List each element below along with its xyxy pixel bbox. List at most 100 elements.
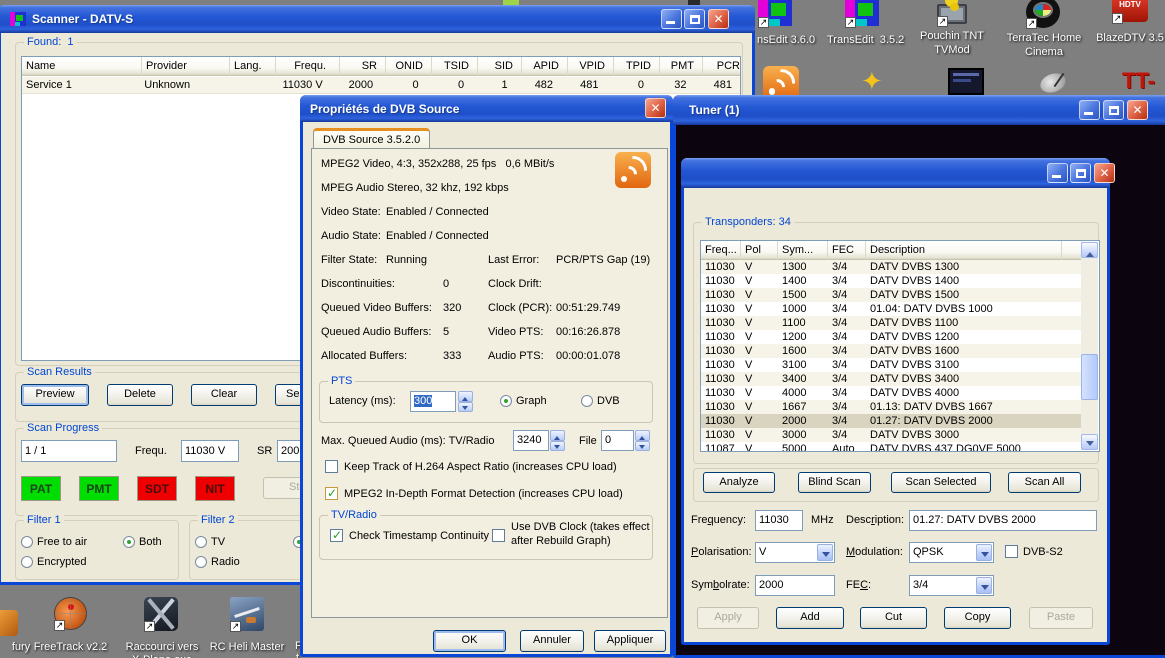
max-queued-audio-field[interactable]: 3240: [513, 430, 549, 451]
icon-label[interactable]: TerraTec Home: [1002, 32, 1086, 45]
tv-radio[interactable]: [195, 536, 207, 548]
modulation-select[interactable]: QPSK: [909, 542, 994, 563]
transponder-row[interactable]: 11030V12003/4DATV DVBS 1200: [701, 330, 1082, 344]
scanner-column-header[interactable]: TPID: [614, 57, 660, 76]
scanner-titlebar[interactable]: Scanner - DATV-S ✕: [0, 5, 755, 33]
icon-label[interactable]: Raccourci vers: [117, 641, 207, 654]
transponder-row[interactable]: 11030V34003/4DATV DVBS 3400: [701, 372, 1082, 386]
tab-dvb-source[interactable]: DVB Source 3.5.2.0: [313, 128, 430, 149]
console-icon[interactable]: [948, 68, 984, 95]
h264-checkbox[interactable]: [325, 460, 338, 473]
scanner-column-header[interactable]: PCR: [703, 57, 741, 76]
progress-count-field[interactable]: 1 / 1: [21, 440, 117, 462]
transponder-column-header[interactable]: FEC: [828, 241, 866, 260]
scanner-column-header[interactable]: Provider: [142, 57, 230, 76]
encrypted-label[interactable]: Encrypted: [37, 556, 87, 568]
apply-button[interactable]: Apply: [697, 607, 759, 629]
desktop-icon-terratec[interactable]: ↗ TerraTec Home Cinema: [1002, 0, 1086, 68]
add-button[interactable]: Add: [776, 607, 844, 629]
transponder-column-header[interactable]: Pol: [741, 241, 778, 260]
maximize-button[interactable]: [684, 9, 705, 29]
desktop-icon-xplane[interactable]: ↗ Raccourci vers X-Plane.exe: [117, 597, 207, 658]
star-icon[interactable]: ✦: [861, 68, 889, 95]
transponder-row[interactable]: 11030V10003/401.04: DATV DVBS 1000: [701, 302, 1082, 316]
dialog-titlebar[interactable]: Propriétés de DVB Source ✕: [300, 95, 673, 122]
icon-label[interactable]: RC Heli Master: [203, 641, 291, 654]
maximize-button[interactable]: [1070, 163, 1091, 183]
icon-label[interactable]: Cinema: [1002, 46, 1086, 59]
desktop-icon-rcheli[interactable]: ↗ RC Heli Master: [203, 597, 291, 658]
dvbclock-label-line2[interactable]: after Rebuild Graph): [511, 535, 611, 547]
delete-button[interactable]: Delete: [107, 384, 173, 406]
scanner-column-header[interactable]: ONID: [386, 57, 432, 76]
transponder-column-header[interactable]: [1062, 241, 1082, 260]
tuner-front-titlebar[interactable]: ✕: [681, 158, 1110, 188]
max-audio-spinner[interactable]: [550, 430, 565, 451]
satellite-dish-icon[interactable]: [1038, 72, 1072, 95]
minimize-button[interactable]: [1079, 100, 1100, 120]
scanner-column-header[interactable]: Frequ.: [276, 57, 340, 76]
desktop-icon-freetrack[interactable]: ↗ FreeTrack v2.2: [28, 597, 113, 658]
icon-label[interactable]: TVMod: [917, 44, 987, 57]
transponder-row[interactable]: 11030V15003/4DATV DVBS 1500: [701, 288, 1082, 302]
transponder-row[interactable]: 11030V13003/4DATV DVBS 1300: [701, 260, 1082, 274]
icon-label[interactable]: Pouchin TNT: [917, 30, 987, 43]
latency-spinner[interactable]: [458, 391, 473, 412]
transponder-row[interactable]: 11030V16673/401.13: DATV DVBS 1667: [701, 400, 1082, 414]
both-radio[interactable]: [123, 536, 135, 548]
tv-label[interactable]: TV: [211, 536, 225, 548]
timestamp-label[interactable]: Check Timestamp Continuity: [349, 530, 489, 542]
scan-selected-button[interactable]: Scan Selected: [891, 472, 991, 493]
transponder-row[interactable]: 11030V20003/401.27: DATV DVBS 2000: [701, 414, 1082, 428]
close-button[interactable]: ✕: [708, 9, 729, 29]
clear-button[interactable]: Clear: [191, 384, 257, 406]
transponder-row[interactable]: 11030V31003/4DATV DVBS 3100: [701, 358, 1082, 372]
transponder-column-header[interactable]: Sym...: [778, 241, 828, 260]
scanner-column-header[interactable]: SR: [340, 57, 386, 76]
mpeg2-label[interactable]: MPEG2 In-Depth Format Detection (increas…: [344, 488, 623, 500]
transponder-list[interactable]: Freq...PolSym...FECDescription 11030V130…: [700, 240, 1100, 452]
preview-button[interactable]: Preview: [21, 384, 89, 406]
free-to-air-radio[interactable]: [21, 536, 33, 548]
description-field[interactable]: 01.27: DATV DVBS 2000: [909, 510, 1097, 531]
close-button[interactable]: ✕: [1094, 163, 1115, 183]
dvbs2-label[interactable]: DVB-S2: [1023, 546, 1063, 558]
free-to-air-label[interactable]: Free to air: [37, 536, 87, 548]
cancel-button[interactable]: Annuler: [520, 630, 584, 652]
icon-label[interactable]: X-Plane.exe: [117, 654, 207, 658]
dvb-label[interactable]: DVB: [597, 395, 620, 407]
apply-button[interactable]: Appliquer: [594, 630, 666, 652]
transponder-row[interactable]: 11030V14003/4DATV DVBS 1400: [701, 274, 1082, 288]
desktop-icon-pouchin[interactable]: ↗ Pouchin TNT TVMod: [917, 0, 987, 66]
radio-option[interactable]: [195, 556, 207, 568]
blind-scan-button[interactable]: Blind Scan: [798, 472, 871, 493]
chevron-down-icon[interactable]: [976, 544, 992, 561]
scanner-service-row[interactable]: Service 1Unknown11030 V20000014824810324…: [22, 77, 740, 94]
analyze-button[interactable]: Analyze: [703, 472, 775, 493]
scanner-column-header[interactable]: PMT: [660, 57, 703, 76]
fec-select[interactable]: 3/4: [909, 575, 994, 596]
minimize-button[interactable]: [1047, 163, 1068, 183]
polarisation-select[interactable]: V: [755, 542, 835, 563]
frequency-progress-field[interactable]: 11030 V: [181, 440, 239, 462]
transponder-row[interactable]: 11030V16003/4DATV DVBS 1600: [701, 344, 1082, 358]
timestamp-checkbox[interactable]: [330, 529, 343, 542]
maximize-button[interactable]: [1103, 100, 1124, 120]
scanner-column-header[interactable]: Name: [22, 57, 142, 76]
scan-all-button[interactable]: Scan All: [1008, 472, 1081, 493]
desktop-icon-transedit360[interactable]: ↗ nsEdit 3.6.0: [756, 0, 820, 58]
tuner-back-titlebar[interactable]: Tuner (1) ✕: [673, 95, 1165, 125]
dvbclock-label-line1[interactable]: Use DVB Clock (takes effect: [511, 521, 650, 533]
mpeg2-checkbox[interactable]: [325, 487, 338, 500]
scroll-down-icon[interactable]: [1081, 434, 1098, 450]
scanner-column-header[interactable]: APID: [522, 57, 568, 76]
file-field[interactable]: 0: [601, 430, 634, 451]
scanner-column-header[interactable]: Lang.: [230, 57, 276, 76]
icon-label[interactable]: TransEdit 3.5.2: [827, 34, 901, 47]
icon-label[interactable]: FreeTrack v2.2: [28, 641, 113, 654]
scroll-thumb[interactable]: [1081, 354, 1098, 400]
dvb-radio[interactable]: [581, 395, 593, 407]
transponder-column-header[interactable]: Description: [866, 241, 1062, 260]
icon-label[interactable]: nsEdit 3.6.0: [757, 34, 821, 47]
transponder-column-header[interactable]: Freq...: [701, 241, 741, 260]
